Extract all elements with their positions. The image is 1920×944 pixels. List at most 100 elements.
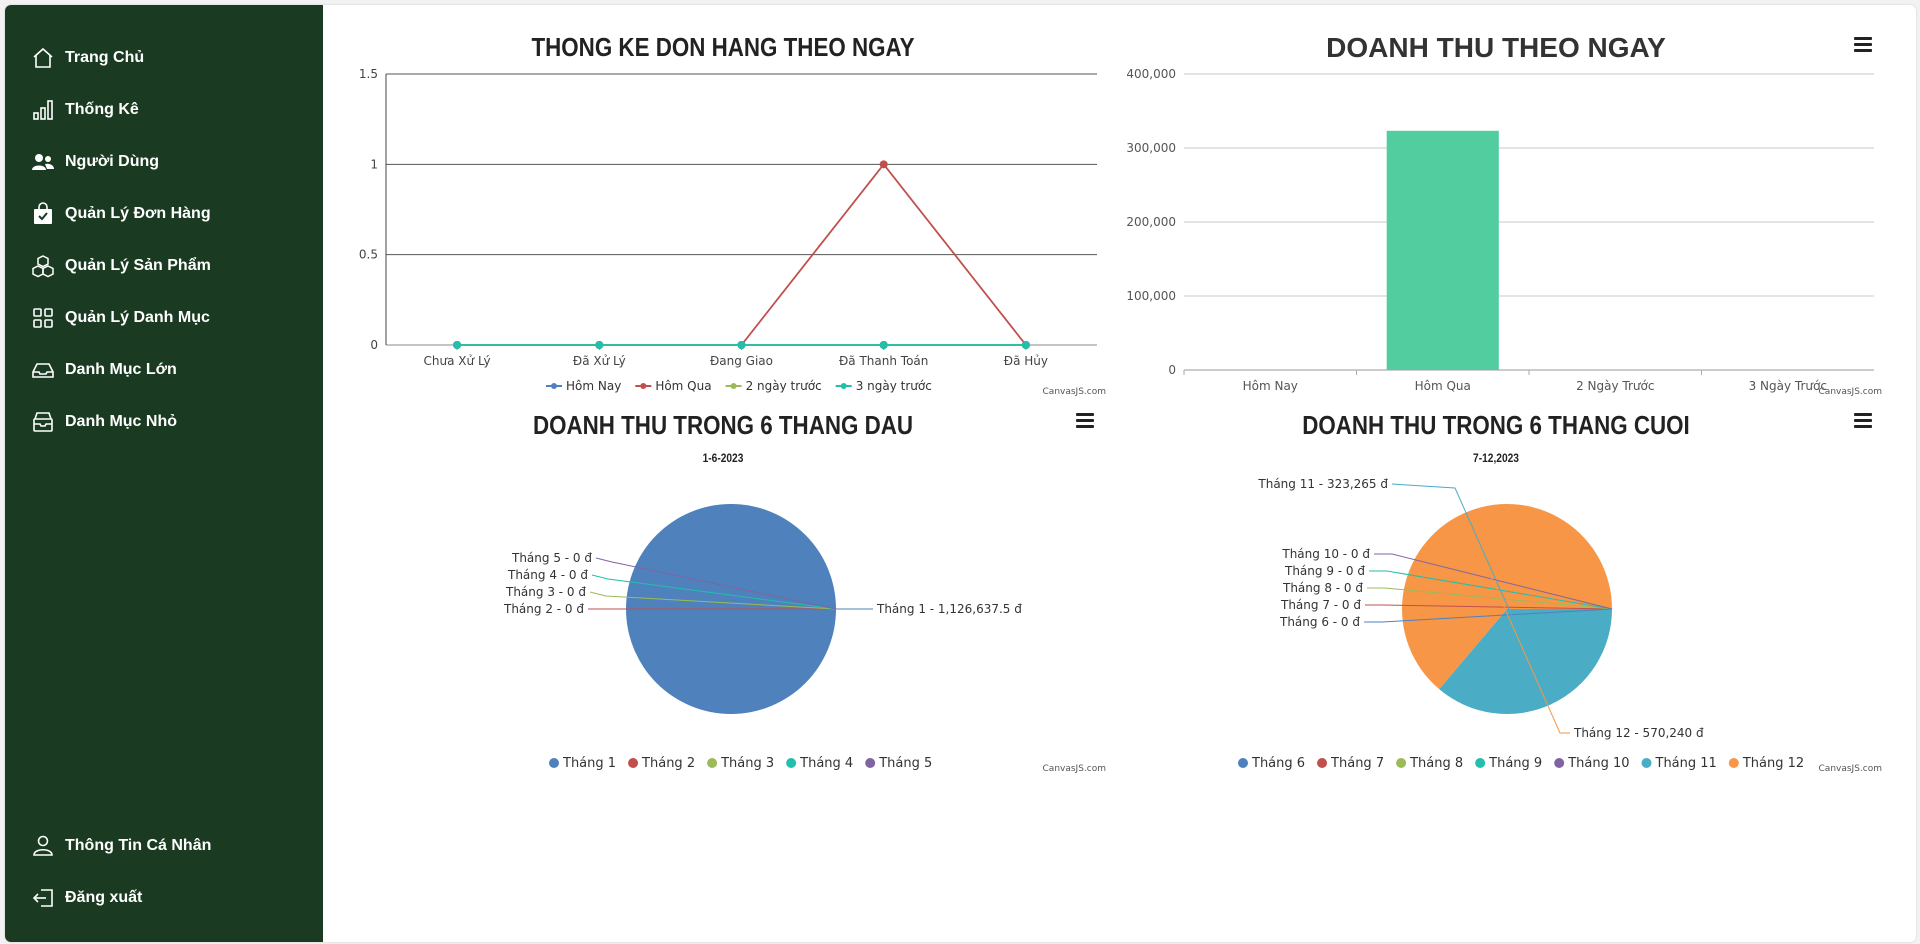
legend-label: 3 ngày trước (856, 379, 932, 393)
legend-label: Tháng 9 (1488, 756, 1542, 771)
legend-marker (628, 758, 639, 768)
legend-marker (707, 758, 718, 768)
legend-marker (1728, 758, 1739, 768)
line-chart: 0 0.5 1 1.5 Chưa Xử Lý Đã Xử Lý Đang Giao Đã Th… (359, 67, 1097, 393)
legend-marker (1238, 758, 1248, 768)
sidebar-item-danh-muc-lon[interactable]: Danh Mục Lớn (29, 355, 177, 385)
bar (1386, 130, 1499, 370)
logout-icon (29, 884, 57, 912)
chart-panel-revenue-daily: DOANH THU THEO NGAY 0 100,000 200,000 300,0… (1110, 20, 1882, 406)
sidebar-item-label: Danh Mục Nhỏ (65, 413, 177, 430)
sidebar-item-dang-xuat[interactable]: Đăng xuất (29, 883, 142, 913)
chart-panel-revenue-h2: DOANH THU TRONG 6 THANG CUOI 7-12,2023 T… (1110, 400, 1882, 780)
legend-marker (1317, 758, 1328, 768)
legend-marker (640, 383, 647, 389)
grid-icon (29, 304, 57, 332)
chart-panel-orders: THONG KE DON HANG THEO NGAY 0 0.5 1 1.5 Chưa… (336, 20, 1110, 406)
canvasjs-credit[interactable]: CanvasJS.com (1043, 387, 1106, 397)
legend-marker (730, 383, 737, 389)
data-point (1021, 341, 1030, 349)
index-label: Tháng 8 - 0 đ (1282, 581, 1363, 595)
x-tick-label: Đã Xử Lý (573, 354, 626, 368)
index-label: Tháng 11 - 323,265 đ (1257, 477, 1388, 491)
y-tick-label: 0.5 (359, 248, 378, 262)
sidebar-item-quan-ly-san-pham[interactable]: Quản Lý Sản Phẩm (29, 251, 211, 281)
sidebar-item-nguoi-dung[interactable]: Người Dùng (29, 147, 159, 177)
sidebar-item-thong-ke[interactable]: Thống Kê (29, 95, 139, 125)
data-point (879, 160, 888, 169)
legend-label: 2 ngày trước (746, 379, 822, 393)
sidebar-item-quan-ly-don-hang[interactable]: Quản Lý Đơn Hàng (29, 199, 211, 229)
shopping-bag-icon (29, 200, 57, 228)
legend-label: Tháng 3 (720, 756, 774, 771)
y-tick-label: 1.5 (359, 67, 378, 81)
x-tick-label: Đã Hủy (1004, 354, 1048, 368)
sidebar-item-trang-chu[interactable]: Trang Chủ (29, 43, 144, 73)
legend-label: Tháng 12 (1742, 756, 1804, 771)
legend-label: Hôm Qua (655, 379, 711, 393)
y-tick-label: 300,000 (1126, 141, 1176, 155)
legend-label: Tháng 1 (562, 756, 616, 771)
sidebar-item-label: Thống Kê (65, 101, 139, 118)
index-label: Tháng 9 - 0 đ (1284, 564, 1365, 578)
legend-marker (786, 758, 797, 768)
sidebar-item-label: Đăng xuất (65, 889, 143, 906)
index-label: Tháng 12 - 570,240 đ (1573, 726, 1704, 740)
index-label: Tháng 6 - 0 đ (1279, 615, 1360, 629)
canvasjs-credit[interactable]: CanvasJS.com (1819, 387, 1882, 397)
users-icon (29, 148, 57, 176)
legend-label: Tháng 5 (878, 756, 932, 771)
legend-label: Tháng 8 (1409, 756, 1463, 771)
archive-icon (29, 408, 57, 436)
legend-marker (865, 758, 876, 768)
y-tick-label: 0 (370, 338, 378, 352)
index-label: Tháng 5 - 0 đ (511, 551, 592, 565)
pie-chart: Tháng 6 - 0 đ Tháng 7 - 0 đ Tháng 8 - 0 đ T… (1238, 477, 1804, 771)
sidebar-item-label: Quản Lý Danh Mục (65, 309, 210, 326)
canvasjs-credit[interactable]: CanvasJS.com (1819, 764, 1882, 774)
legend-label: Tháng 11 (1655, 756, 1717, 771)
x-tick-label: Hôm Nay (1243, 379, 1298, 393)
y-tick-label: 200,000 (1126, 215, 1176, 229)
y-tick-label: 0 (1168, 363, 1176, 377)
tray-icon (29, 356, 57, 384)
data-point (595, 341, 604, 349)
sidebar-item-danh-muc-nho[interactable]: Danh Mục Nhỏ (29, 407, 177, 437)
index-label: Tháng 3 - 0 đ (505, 585, 586, 599)
sidebar-item-label: Trang Chủ (65, 49, 145, 66)
legend-marker (1475, 758, 1486, 768)
y-tick-label: 400,000 (1126, 67, 1176, 81)
legend-label: Tháng 7 (1330, 756, 1384, 771)
pie-chart: Tháng 1 - 1,126,637.5 đ Tháng 2 - 0 đ Thán… (503, 504, 1022, 771)
legend-label: Tháng 10 (1567, 756, 1629, 771)
home-icon (29, 44, 57, 72)
chart-panel-revenue-h1: DOANH THU TRONG 6 THANG DAU 1-6-2023 Thá… (336, 400, 1110, 780)
sidebar-item-quan-ly-danh-muc[interactable]: Quản Lý Danh Mục (29, 303, 210, 333)
data-point (453, 341, 462, 349)
sidebar: Trang Chủ Thống Kê Người Dùng Quản Lý Đơ… (5, 5, 323, 942)
sidebar-item-label: Người Dùng (65, 153, 160, 170)
index-label: Tháng 10 - 0 đ (1281, 547, 1370, 561)
legend-marker (1641, 758, 1652, 768)
data-point (737, 341, 746, 349)
sidebar-item-label: Thông Tin Cá Nhân (65, 837, 212, 854)
x-tick-label: Hôm Qua (1415, 379, 1471, 393)
legend-marker (549, 758, 559, 768)
legend-marker (1396, 758, 1407, 768)
index-label: Tháng 7 - 0 đ (1280, 598, 1361, 612)
y-tick-label: 100,000 (1126, 289, 1176, 303)
user-icon (29, 832, 57, 860)
data-point (879, 341, 888, 349)
x-tick-label: Đang Giao (710, 354, 773, 368)
sidebar-item-label: Quản Lý Sản Phẩm (65, 257, 211, 274)
sidebar-item-label: Danh Mục Lớn (65, 361, 177, 378)
index-label: Tháng 2 - 0 đ (503, 602, 584, 616)
index-label: Tháng 4 - 0 đ (507, 568, 588, 582)
boxes-icon (29, 252, 57, 280)
legend-label: Hôm Nay (566, 379, 621, 393)
canvasjs-credit[interactable]: CanvasJS.com (1043, 764, 1106, 774)
index-label: Tháng 1 - 1,126,637.5 đ (876, 602, 1022, 616)
x-tick-label: Chưa Xử Lý (424, 354, 491, 368)
sidebar-item-label: Quản Lý Đơn Hàng (65, 205, 211, 222)
sidebar-item-thong-tin-ca-nhan[interactable]: Thông Tin Cá Nhân (29, 831, 211, 861)
